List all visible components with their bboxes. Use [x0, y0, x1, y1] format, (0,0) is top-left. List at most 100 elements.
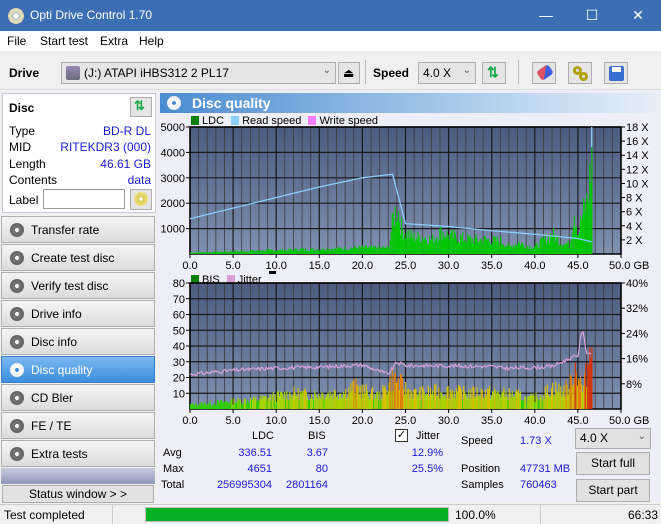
bis-bar: [356, 384, 358, 409]
speed-select[interactable]: 4.0 X ⌄: [418, 62, 476, 84]
disc-label-button[interactable]: [130, 189, 152, 210]
ldc-bar: [422, 239, 424, 254]
bis-bar: [219, 400, 222, 409]
bis-bar: [221, 399, 223, 409]
bis-bar: [297, 388, 299, 409]
nav-drive-info[interactable]: Drive info: [1, 300, 155, 327]
bis-bar: [506, 396, 508, 409]
bis-bar: [450, 392, 452, 409]
test-speed-select[interactable]: 4.0 X ⌄: [575, 428, 651, 449]
nav-disc-quality[interactable]: Disc quality: [1, 356, 155, 383]
ldc-bar: [394, 206, 396, 254]
bis-bar: [195, 402, 197, 409]
bis-bar: [494, 388, 496, 409]
ldc-bar: [286, 250, 288, 254]
menu-help[interactable]: Help: [139, 34, 164, 48]
bis-bar: [518, 393, 521, 409]
ldc-bar: [563, 245, 565, 254]
x-tick-label: 15.0: [309, 415, 330, 425]
close-button[interactable]: ✕: [615, 0, 661, 31]
refresh-button[interactable]: ⇅: [482, 62, 506, 84]
start-full-button[interactable]: Start full: [576, 452, 650, 475]
menu-extra[interactable]: Extra: [100, 34, 128, 48]
y-tick-label: 20: [173, 373, 185, 385]
nav-fe-te[interactable]: FE / TE: [1, 412, 155, 439]
ldc-bar: [458, 242, 461, 254]
start-part-button[interactable]: Start part: [576, 479, 650, 502]
bis-bar: [493, 392, 495, 409]
bis-bar: [333, 389, 335, 409]
status-window-button[interactable]: Status window > >: [2, 485, 154, 503]
bis-bar: [350, 383, 352, 409]
nav-create-test-disc[interactable]: Create test disc: [1, 244, 155, 271]
ldc-bar: [457, 241, 460, 254]
erase-button[interactable]: [532, 62, 556, 84]
ldc-bar: [313, 250, 315, 254]
ldc-bar: [513, 247, 515, 254]
ldc-bar: [514, 243, 516, 254]
ldc-bar: [436, 236, 438, 254]
ldc-bar: [346, 250, 348, 254]
bis-bar: [281, 391, 283, 409]
minimize-button[interactable]: —: [523, 0, 569, 31]
disc-length-row: Length 46.61 GB: [9, 157, 151, 173]
ldc-bar: [462, 232, 464, 254]
ldc-bar: [257, 249, 259, 254]
bis-bar: [472, 386, 474, 409]
ldc-bar: [233, 252, 235, 254]
disc-label-input[interactable]: [43, 189, 125, 209]
ldc-bar: [311, 248, 313, 254]
ldc-bar: [294, 248, 296, 254]
ldc-bar: [408, 230, 410, 254]
nav-transfer-rate[interactable]: Transfer rate: [1, 216, 155, 243]
maximize-button[interactable]: ☐: [569, 0, 615, 31]
menu-start-test[interactable]: Start test: [40, 34, 88, 48]
ldc-bar: [402, 228, 404, 254]
ldc-bar: [200, 252, 202, 254]
bis-bar: [376, 392, 378, 409]
bis-bar: [564, 396, 566, 409]
bis-bar: [417, 396, 419, 409]
save-button[interactable]: [604, 62, 628, 84]
settings-button[interactable]: [568, 62, 592, 84]
resize-grip-icon[interactable]: ⋮: [650, 514, 657, 522]
ldc-bar: [496, 241, 498, 254]
ldc-bar: [195, 252, 197, 254]
ldc-bar: [453, 230, 455, 254]
menu-file[interactable]: File: [7, 34, 26, 48]
ldc-bar: [221, 251, 223, 254]
nav-cd-bler[interactable]: CD Bler: [1, 384, 155, 411]
nav-label: Disc info: [31, 335, 78, 349]
bis-bar: [267, 397, 269, 409]
ldc-bar: [506, 246, 508, 254]
ldc-bar: [308, 251, 311, 254]
ldc-bar: [197, 251, 199, 254]
bis-bar: [339, 393, 342, 409]
ldc-bar: [290, 248, 292, 254]
ldc-bar: [485, 239, 487, 254]
ldc-bar: [202, 252, 204, 254]
y2-tick-label: 40%: [626, 278, 648, 290]
ldc-bar: [331, 249, 333, 254]
ldc-bar: [384, 247, 386, 254]
bis-bar: [589, 347, 591, 409]
nav-extra-tests[interactable]: Extra tests: [1, 440, 155, 467]
nav-verify-test-disc[interactable]: Verify test disc: [1, 272, 155, 299]
bis-bar: [248, 402, 251, 409]
ldc-bar: [364, 245, 366, 254]
ldc-bar: [426, 244, 428, 254]
y2-tick-label: 16 X: [626, 136, 649, 148]
nav-disc-info[interactable]: Disc info: [1, 328, 155, 355]
ldc-bar: [428, 235, 431, 254]
bis-bar: [313, 400, 315, 409]
ldc-bar: [219, 251, 222, 254]
drive-select[interactable]: (J:) ATAPI iHBS312 2 PL17 ⌄: [61, 62, 336, 84]
disc-refresh-button[interactable]: ⇅: [130, 97, 152, 117]
progress-fill: [146, 508, 448, 521]
ldc-bar: [256, 250, 258, 254]
eject-button[interactable]: ⏏: [338, 62, 360, 84]
jitter-checkbox[interactable]: ✓: [395, 429, 408, 442]
ldc-bar: [264, 251, 266, 254]
ldc-bar: [319, 249, 321, 254]
bis-bar: [424, 395, 426, 409]
